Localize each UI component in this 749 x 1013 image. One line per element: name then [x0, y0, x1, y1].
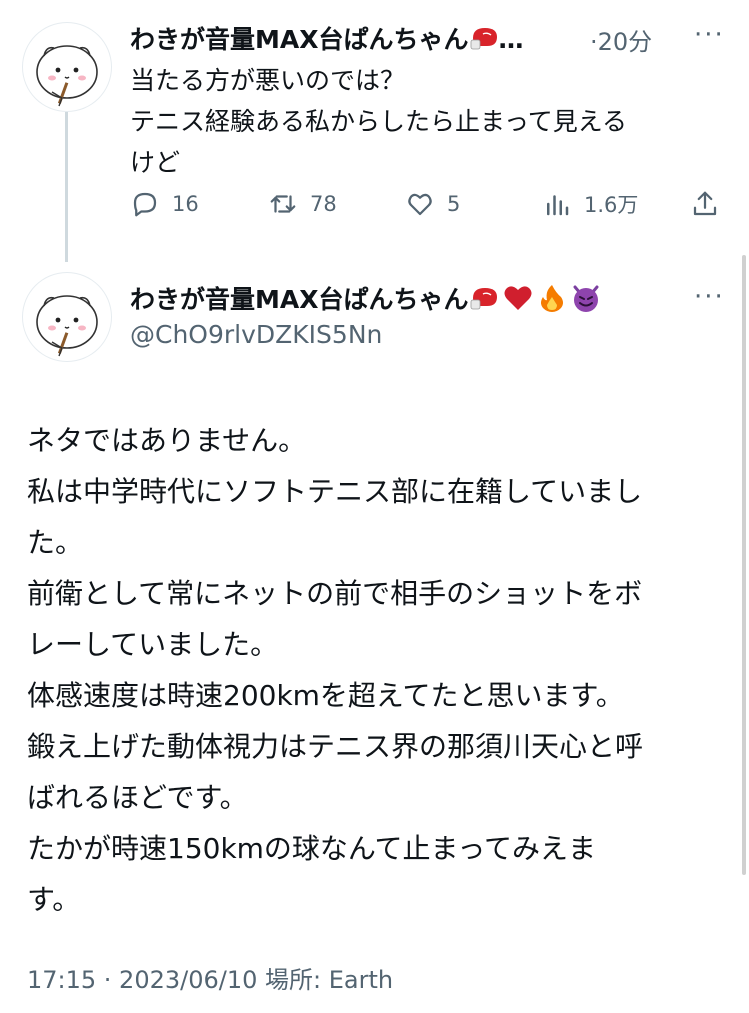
tweet-text-line: 鍛え上げた動体視力はテニス界の那須川天心と呼 [27, 730, 644, 763]
views-count: 1.6万 [584, 193, 639, 217]
thread-connector-line [65, 112, 68, 262]
views-button[interactable]: 1.6万 [542, 186, 638, 222]
tweet-text-line: 体感速度は時速200kmを超えてたと思います。 [27, 679, 624, 712]
boxing-glove-icon [469, 285, 499, 317]
fire-icon [539, 283, 565, 319]
reply-button[interactable]: 16 [130, 186, 199, 222]
reply-more-icon[interactable]: ··· [694, 20, 725, 50]
reply-author-name[interactable]: わきが音量MAX台ぱんちゃん … [130, 20, 524, 57]
tweet-text-line: た。 [27, 526, 84, 559]
reply-avatar[interactable] [22, 22, 112, 112]
reply-timestamp[interactable]: ·20分 [590, 22, 652, 57]
tweet-avatar[interactable] [22, 272, 112, 362]
tweet-text-line: 私は中学時代にソフトテニス部に在籍していまし [27, 475, 643, 508]
like-count: 5 [447, 192, 461, 216]
reply-text-line: けど [130, 148, 181, 177]
like-icon [408, 193, 432, 216]
tweet-text: ネタではありません。 私は中学時代にソフトテニス部に在籍していまし た。 前衛と… [27, 415, 727, 925]
boxing-glove-icon [469, 25, 499, 57]
reply-text-line: 当たる方が悪いのでは？ [130, 66, 406, 95]
reply-count: 16 [172, 192, 199, 216]
tweet-text-line: ネタではありません。 [27, 424, 307, 457]
tweet-author-name[interactable]: わきが音量MAX台ぱんちゃん [130, 280, 601, 319]
tweet-text-line: す。 [27, 883, 81, 916]
smiling-devil-icon [571, 283, 601, 319]
like-button[interactable]: 5 [405, 186, 460, 222]
red-heart-icon [503, 284, 533, 318]
retweet-button[interactable]: 78 [268, 186, 337, 222]
reply-text-line: テニス経験ある私からしたら止まって見える [130, 107, 628, 136]
share-icon [693, 191, 717, 216]
reply-action-bar: 16 78 5 1.6万 [130, 186, 730, 222]
tweet-text-line: 前衛として常にネットの前で相手のショットをボ [27, 577, 643, 610]
tweet-timestamp-location[interactable]: 17:15 · 2023/06/10 場所: Earth [27, 960, 393, 995]
views-icon [547, 195, 569, 216]
tweet-text-line: レーしていました。 [27, 628, 279, 661]
reply-text: 当たる方が悪いのでは？ テニス経験ある私からしたら止まって見える けど [130, 60, 720, 183]
tweet-text-line: たかが時速150kmの球なんて止まってみえま [27, 832, 597, 865]
scrollbar[interactable] [742, 255, 746, 875]
tweet-text-line: ばれるほどです。 [27, 781, 248, 814]
share-button[interactable] [690, 186, 732, 222]
tweet-more-icon[interactable]: ··· [694, 282, 725, 312]
retweet-icon [270, 195, 296, 213]
tweet-author-handle[interactable]: @ChO9rlvDZKIS5Nn [130, 320, 382, 349]
reply-icon [133, 192, 157, 217]
retweet-count: 78 [310, 192, 337, 216]
